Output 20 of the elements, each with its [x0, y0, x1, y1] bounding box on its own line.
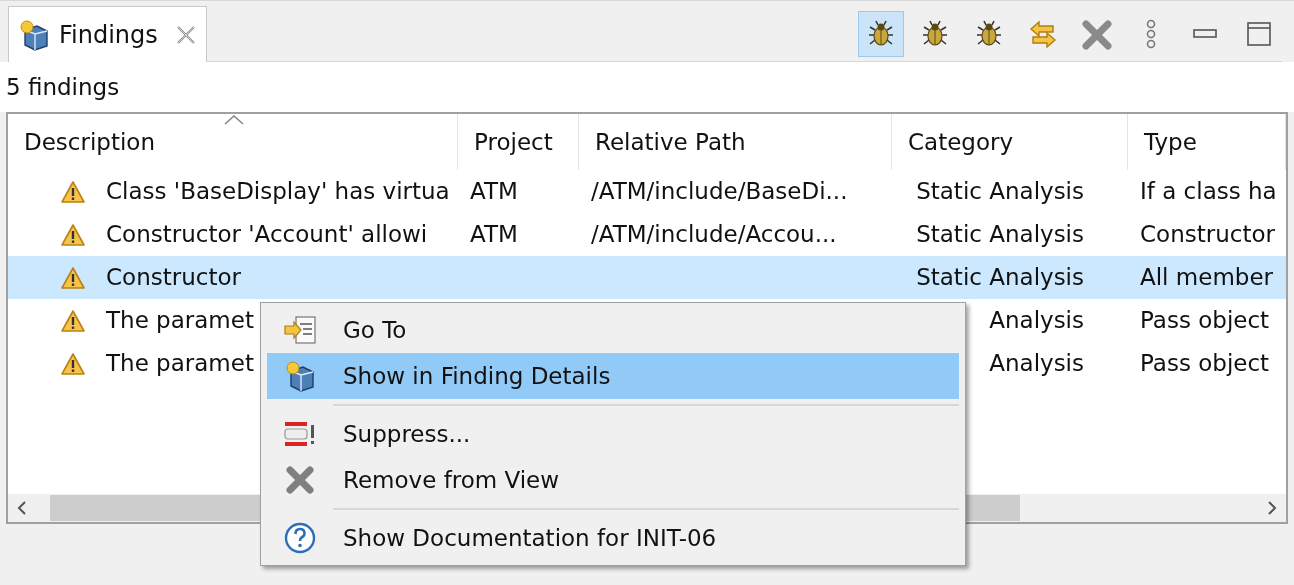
findings-count: 5 findings — [6, 72, 120, 102]
table-cell-text: Constructor — [106, 263, 241, 293]
table-cell-text: Class 'BaseDisplay' has virtua — [106, 177, 450, 207]
table-cell-text: /ATM/include/BaseDi... — [591, 177, 848, 207]
table-cell-text: If a class ha — [1140, 177, 1277, 207]
table-cell-text: Static Analysis — [916, 263, 1084, 293]
table-cell-text: All member — [1140, 263, 1273, 293]
table-cell-text: Analysis — [989, 349, 1084, 379]
table-cell-text: The paramet — [106, 349, 254, 379]
table-cell-text: /ATM/include/Accou... — [591, 220, 837, 250]
table-cell-text: ATM — [470, 220, 518, 250]
table-cell-text: The paramet — [106, 306, 254, 336]
table-cell-text: Constructor — [1140, 220, 1275, 250]
table-cell-text: Pass object — [1140, 306, 1270, 336]
table-cell-text: Static Analysis — [916, 177, 1084, 207]
table-cell-text: Constructor 'Account' allowi — [106, 220, 428, 250]
table-cell-text: ATM — [470, 177, 518, 207]
table-cell-text: Pass object — [1140, 349, 1270, 379]
table-cell-text: Analysis — [989, 306, 1084, 336]
table-cell-text: Static Analysis — [916, 220, 1084, 250]
